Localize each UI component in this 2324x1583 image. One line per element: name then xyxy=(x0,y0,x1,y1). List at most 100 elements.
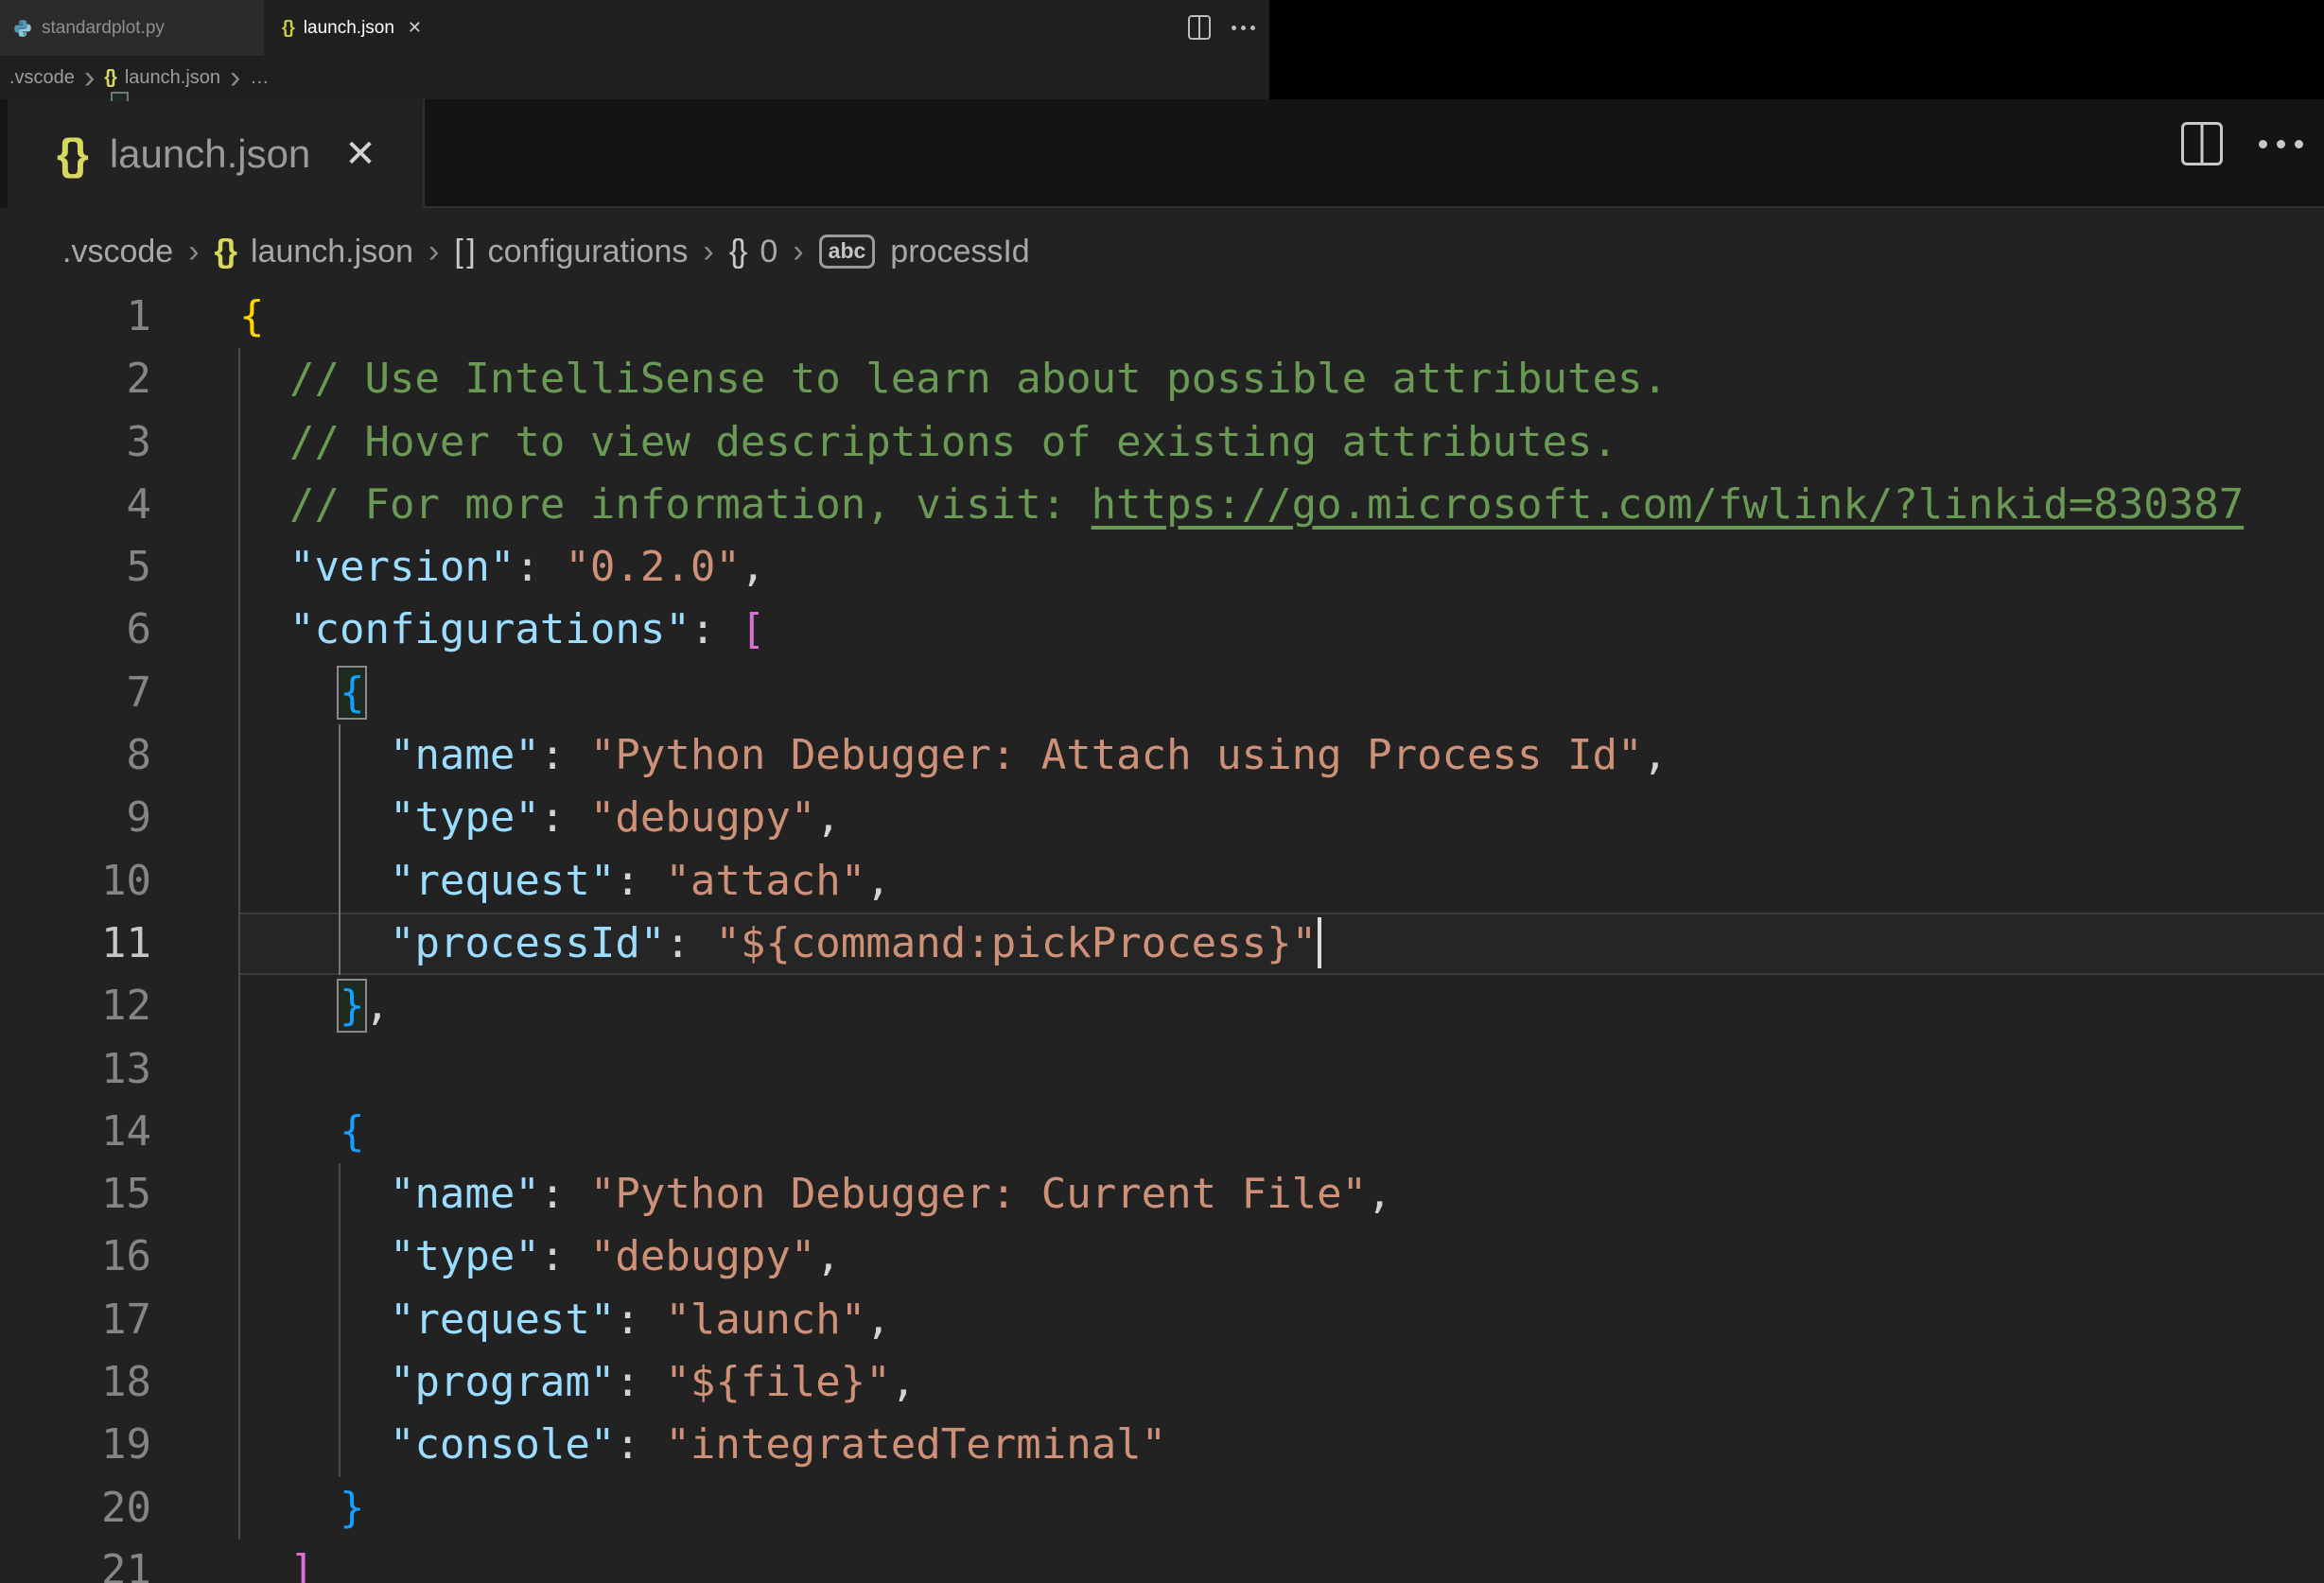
token-b3: { xyxy=(337,665,368,720)
close-icon[interactable]: ✕ xyxy=(344,132,376,176)
close-icon[interactable]: ✕ xyxy=(408,18,422,38)
breadcrumb-item[interactable]: launch.json xyxy=(251,234,413,270)
breadcrumb-item[interactable]: .vscode xyxy=(62,234,173,270)
token-pun: : xyxy=(539,793,590,843)
line-number: 13 xyxy=(101,1044,151,1093)
line-content: // Hover to view descriptions of existin… xyxy=(239,411,1617,474)
tab-label: launch.json xyxy=(303,17,394,38)
line-content: ] xyxy=(239,1540,315,1583)
vscode-window: standardplot.py {} launch.json ✕ .vscode… xyxy=(0,0,2324,1583)
breadcrumb-item[interactable]: launch.json xyxy=(125,67,220,89)
code-line[interactable]: 7 { xyxy=(0,662,2324,724)
code-line[interactable]: 2 // Use IntelliSense to learn about pos… xyxy=(0,348,2324,410)
editor-actions-small xyxy=(1188,15,1255,40)
token-key: "version" xyxy=(288,543,515,592)
token-str: "Python Debugger: Attach using Process I… xyxy=(589,731,1643,780)
tab-launch-json[interactable]: {} launch.json ✕ xyxy=(8,99,423,208)
more-actions-icon[interactable] xyxy=(2259,139,2303,148)
line-content: // For more information, visit: https://… xyxy=(239,474,2244,536)
code-editor[interactable]: 1{2 // Use IntelliSense to learn about p… xyxy=(0,286,2324,1583)
line-number: 12 xyxy=(101,982,151,1031)
line-content: }, xyxy=(239,975,390,1037)
token-key: "console" xyxy=(389,1420,616,1470)
code-line[interactable]: 3 // Hover to view descriptions of exist… xyxy=(0,411,2324,474)
token-pun: : xyxy=(615,1295,666,1344)
code-line[interactable]: 15 "name": "Python Debugger: Current Fil… xyxy=(0,1163,2324,1226)
line-content: "type": "debugpy", xyxy=(239,1226,841,1288)
token-key: "request" xyxy=(389,1295,616,1344)
json-icon[interactable]: {} xyxy=(104,67,117,89)
token-b3: } xyxy=(337,979,368,1034)
code-line[interactable]: 9 "type": "debugpy", xyxy=(0,787,2324,849)
chevron-right-icon: › xyxy=(83,59,96,96)
chevron-right-icon: › xyxy=(703,233,714,270)
line-number: 11 xyxy=(101,918,151,967)
line-content: "program": "${file}", xyxy=(239,1351,916,1414)
black-filler xyxy=(1269,0,2324,99)
code-line[interactable]: 1{ xyxy=(0,286,2324,348)
code-line[interactable]: 16 "type": "debugpy", xyxy=(0,1226,2324,1288)
breadcrumb[interactable]: .vscode › {} launch.json › … xyxy=(9,59,269,96)
chevron-right-icon: › xyxy=(188,233,200,270)
token-b3: { xyxy=(339,1106,365,1156)
breadcrumb-item[interactable]: configurations xyxy=(488,234,689,270)
abc-string-icon[interactable]: abc xyxy=(818,235,876,269)
tab-standardplot-py[interactable]: standardplot.py xyxy=(0,0,264,56)
json-icon[interactable]: {} xyxy=(215,234,238,270)
token-key: "type" xyxy=(389,793,540,843)
code-line[interactable]: 11 "processId": "${command:pickProcess}" xyxy=(0,913,2324,975)
line-number: 3 xyxy=(126,417,152,466)
line-number: 10 xyxy=(101,856,151,905)
line-content: "request": "launch", xyxy=(239,1289,891,1351)
token-pun: , xyxy=(865,1295,891,1344)
breadcrumb[interactable]: .vscode › {} launch.json › [ ] configurations ›… xyxy=(62,220,1030,283)
split-editor-icon[interactable] xyxy=(1188,15,1211,40)
token-pun: , xyxy=(1642,731,1668,780)
line-content: // Use IntelliSense to learn about possi… xyxy=(239,348,1668,410)
code-line[interactable]: 8 "name": "Python Debugger: Attach using… xyxy=(0,724,2324,787)
breadcrumb-item[interactable]: processId xyxy=(890,234,1029,270)
tab-launch-json-small[interactable]: {} launch.json ✕ xyxy=(269,0,482,56)
breadcrumb-item[interactable]: 0 xyxy=(760,234,778,270)
code-line[interactable]: 20 } xyxy=(0,1477,2324,1540)
code-line[interactable]: 13 xyxy=(0,1038,2324,1101)
line-content: "console": "integratedTerminal" xyxy=(239,1414,1166,1476)
chevron-right-icon: › xyxy=(793,233,804,270)
code-line[interactable]: 14 { xyxy=(0,1101,2324,1163)
code-line[interactable]: 21 ] xyxy=(0,1540,2324,1583)
token-b2: [ xyxy=(740,605,766,654)
line-content: "processId": "${command:pickProcess}" xyxy=(239,913,1322,975)
code-line[interactable]: 5 "version": "0.2.0", xyxy=(0,536,2324,599)
more-actions-icon[interactable] xyxy=(1232,25,1255,30)
line-content: "type": "debugpy", xyxy=(239,787,841,849)
code-line[interactable]: 10 "request": "attach", xyxy=(0,850,2324,913)
code-line[interactable]: 6 "configurations": [ xyxy=(0,599,2324,661)
token-pun: : xyxy=(515,543,566,592)
code-line[interactable]: 17 "request": "launch", xyxy=(0,1289,2324,1351)
code-line[interactable]: 19 "console": "integratedTerminal" xyxy=(0,1414,2324,1476)
json-icon: {} xyxy=(282,17,295,38)
code-line[interactable]: 18 "program": "${file}", xyxy=(0,1351,2324,1414)
code-line[interactable]: 4 // For more information, visit: https:… xyxy=(0,474,2324,536)
line-number: 21 xyxy=(101,1545,151,1583)
breadcrumb-item[interactable]: … xyxy=(250,67,269,89)
token-key: "request" xyxy=(389,856,616,905)
tab-bar-empty-space xyxy=(423,99,2324,208)
line-content: "request": "attach", xyxy=(239,850,891,913)
line-number: 6 xyxy=(126,605,152,654)
line-number: 1 xyxy=(126,292,152,340)
line-number: 2 xyxy=(126,355,152,404)
token-str: "0.2.0" xyxy=(565,543,741,592)
token-str: "launch" xyxy=(665,1295,866,1344)
token-pun: : xyxy=(539,1232,590,1281)
token-str: "debugpy" xyxy=(589,793,816,843)
chevron-right-icon: › xyxy=(230,59,241,96)
line-number: 8 xyxy=(126,731,152,780)
split-editor-icon[interactable] xyxy=(2181,122,2223,165)
breadcrumb-item[interactable]: .vscode xyxy=(9,67,75,89)
code-line[interactable]: 12 }, xyxy=(0,975,2324,1037)
object-icon[interactable]: {} xyxy=(729,234,748,270)
token-pun: : xyxy=(539,731,590,780)
token-url: https://go.microsoft.com/fwlink/?linkid=… xyxy=(1091,479,2245,529)
array-icon[interactable]: [ ] xyxy=(454,234,475,270)
